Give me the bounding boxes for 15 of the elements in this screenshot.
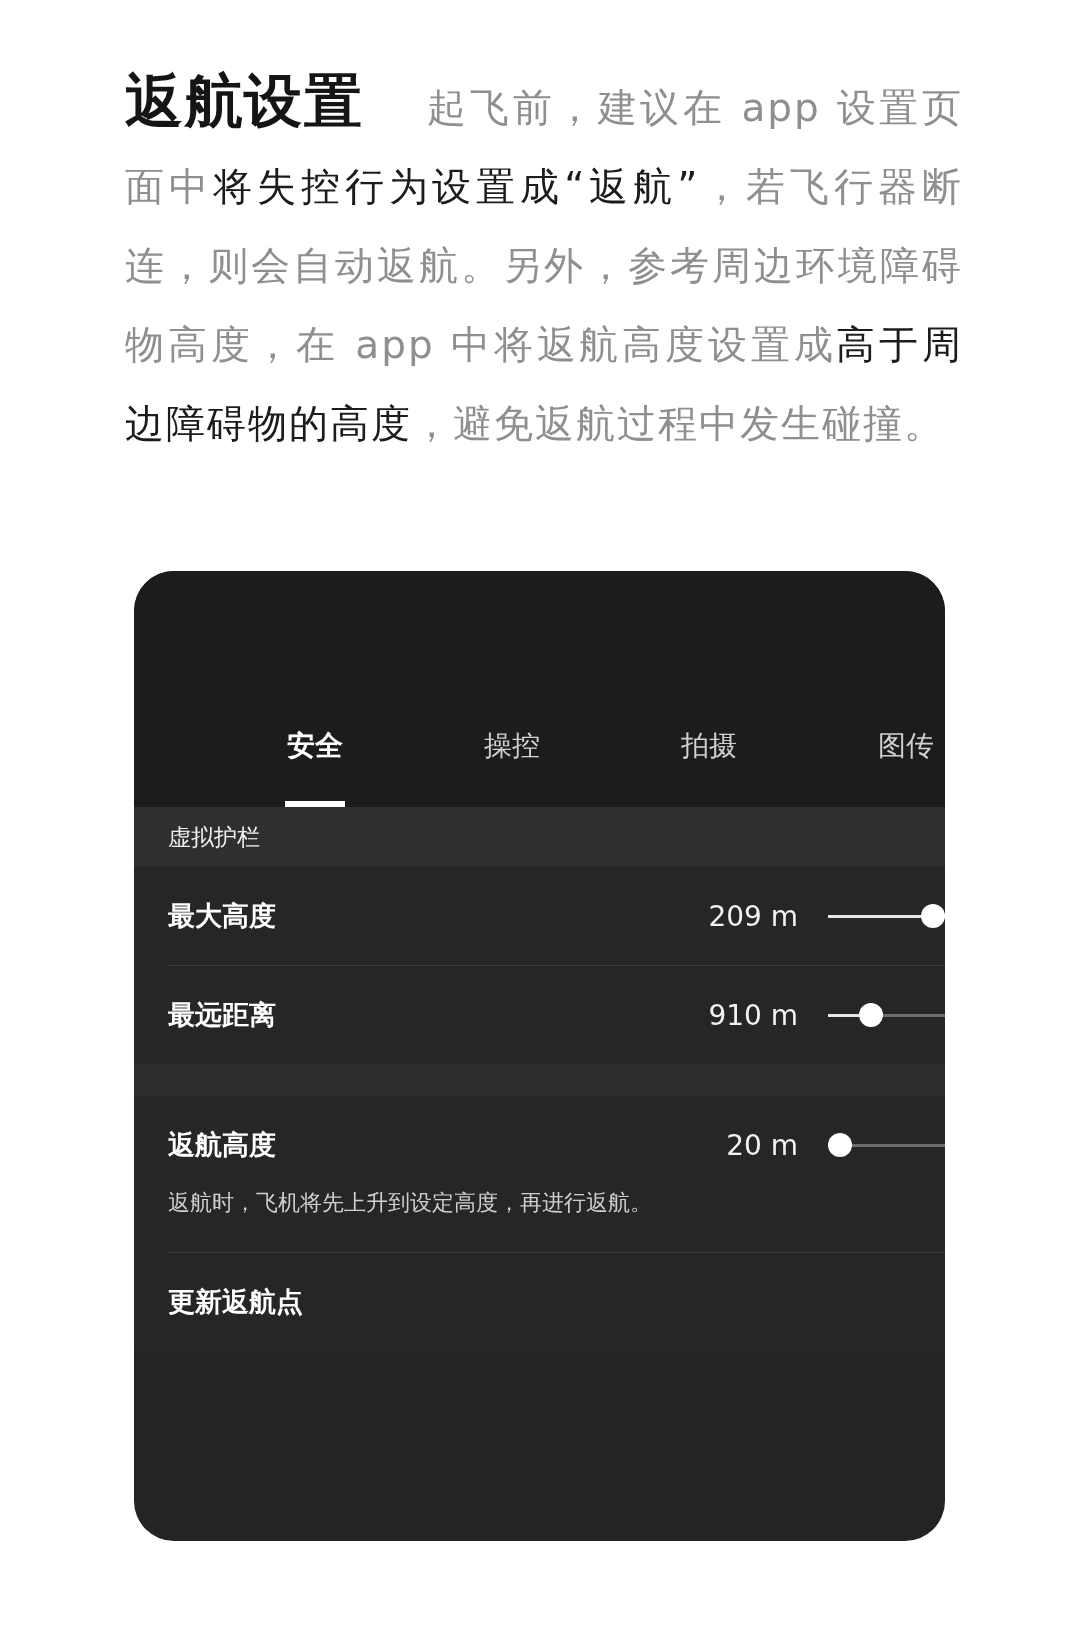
setting-label: 返航高度 — [168, 1128, 277, 1162]
tab[interactable]: 安全 — [216, 727, 413, 807]
article-paragraph: 返航设置 起飞前，建议在 app 设置页面中将失控行为设置成“返航”，若飞行器断连，则会自动返航。另外，参考周边环境障碍物高度，在 app 中将返航高度设置成高于周边障碍物的高度，避免返航过程中发生碰撞。 — [125, 66, 963, 448]
setting-label: 最大高度 — [168, 899, 277, 933]
section-header: 虚拟护栏 — [134, 807, 945, 867]
reading: 209 m — [707, 899, 798, 933]
reading: 910 m — [707, 998, 798, 1032]
setting-description: 返航时，飞机将先上升到设定高度，再进行返航。 — [168, 1189, 653, 1217]
setting-label[interactable]: 更新返航点 — [168, 1284, 945, 1320]
setting-label: 最远距离 — [168, 998, 277, 1032]
tab[interactable]: 操控 — [413, 727, 610, 807]
tab[interactable]: 拍摄 — [610, 727, 807, 807]
tab[interactable]: 图传 — [807, 727, 945, 807]
article-title: 返航设置 — [125, 67, 364, 135]
reading: 20 m — [725, 1128, 798, 1162]
